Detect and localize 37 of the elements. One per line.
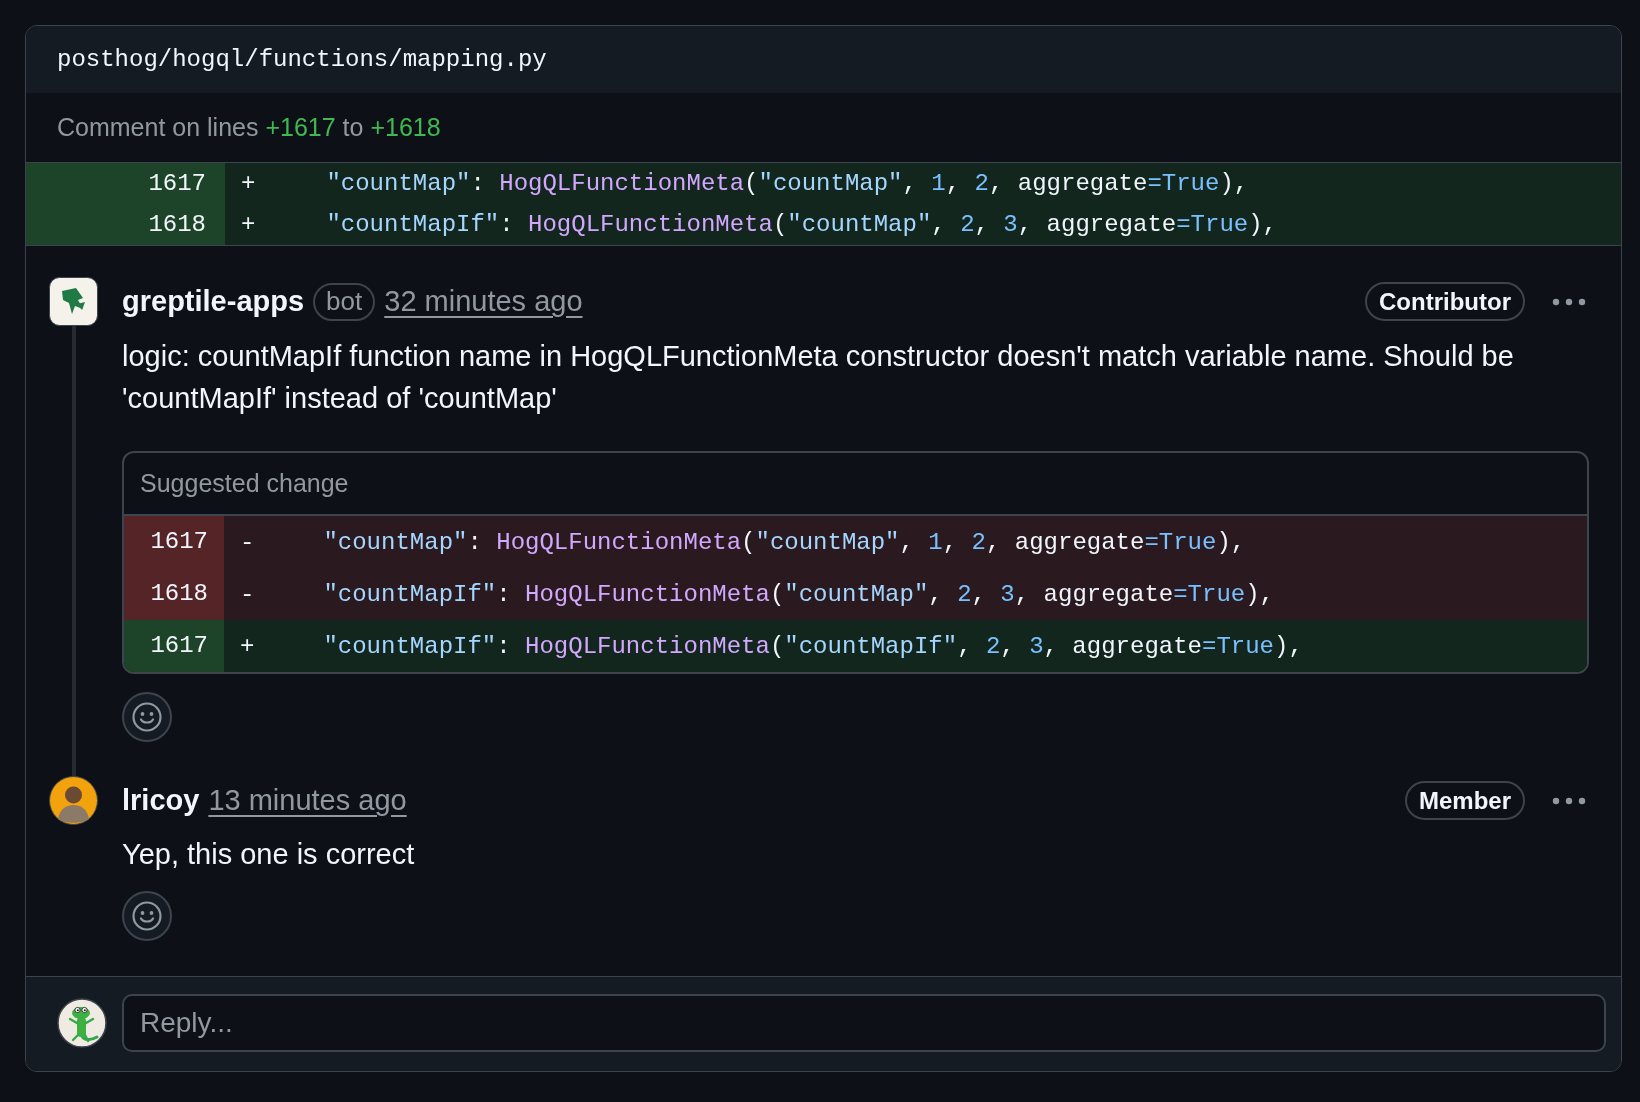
smiley-icon bbox=[132, 901, 162, 931]
bot-avatar-icon bbox=[49, 277, 98, 326]
lizard-avatar-icon bbox=[57, 998, 107, 1048]
comment-body: Yep, this one is correct bbox=[122, 837, 416, 872]
author-link[interactable]: lricoy bbox=[122, 784, 200, 817]
line-number: 1617 bbox=[124, 516, 224, 568]
timestamp-link[interactable]: 32 minutes ago bbox=[384, 285, 583, 318]
diff-sign: + bbox=[240, 632, 255, 660]
suggestion-title: Suggested change bbox=[140, 469, 349, 498]
author-link[interactable]: greptile-apps bbox=[122, 285, 305, 318]
ellipsis-icon bbox=[1552, 796, 1586, 805]
line-number: 1617 bbox=[124, 620, 224, 672]
code-text: "countMapIf": HogQLFunctionMeta("countMapIf", 2, 3, aggregate=True), bbox=[323, 632, 1303, 660]
bot-badge: bot bbox=[313, 282, 376, 321]
code-text: "countMap": HogQLFunctionMeta("countMap", 1, 2, aggregate=True), bbox=[323, 528, 1246, 556]
code-text: "countMapIf": HogQLFunctionMeta("countMap", 2, 3, aggregate=True), bbox=[323, 580, 1275, 608]
diff-sign: - bbox=[240, 528, 255, 556]
timestamp-link[interactable]: 13 minutes ago bbox=[208, 784, 407, 817]
reply-field[interactable]: Reply... bbox=[122, 994, 1606, 1052]
add-reaction-button[interactable] bbox=[122, 692, 172, 742]
ellipsis-icon bbox=[1552, 297, 1586, 306]
code-text: "countMap": HogQLFunctionMeta("countMap", 1, 2, aggregate=True), bbox=[326, 170, 1249, 197]
diff-sign: + bbox=[241, 211, 256, 238]
line-number: 1617 bbox=[26, 163, 225, 204]
role-badge: Member bbox=[1404, 781, 1525, 820]
person-avatar-icon bbox=[49, 776, 98, 825]
code-text: "countMapIf": HogQLFunctionMeta("countMap", 2, 3, aggregate=True), bbox=[326, 211, 1278, 238]
smiley-icon bbox=[132, 702, 162, 732]
line-number: 1618 bbox=[26, 204, 225, 245]
add-reaction-button[interactable] bbox=[122, 891, 172, 941]
comment-body: logic: countMapIf function name in HogQLFunctionMeta constructor doesn't match variable name. Should be 'countMapIf' instead of 'countMap' bbox=[122, 339, 1515, 416]
comment-range: Comment on lines +1617 to +1618 bbox=[57, 113, 441, 142]
file-path: posthog/hogql/functions/mapping.py bbox=[57, 46, 547, 73]
diff-sign: + bbox=[241, 170, 256, 197]
line-number: 1618 bbox=[124, 568, 224, 620]
diff-sign: - bbox=[240, 580, 255, 608]
role-badge: Contributor bbox=[1365, 282, 1525, 321]
